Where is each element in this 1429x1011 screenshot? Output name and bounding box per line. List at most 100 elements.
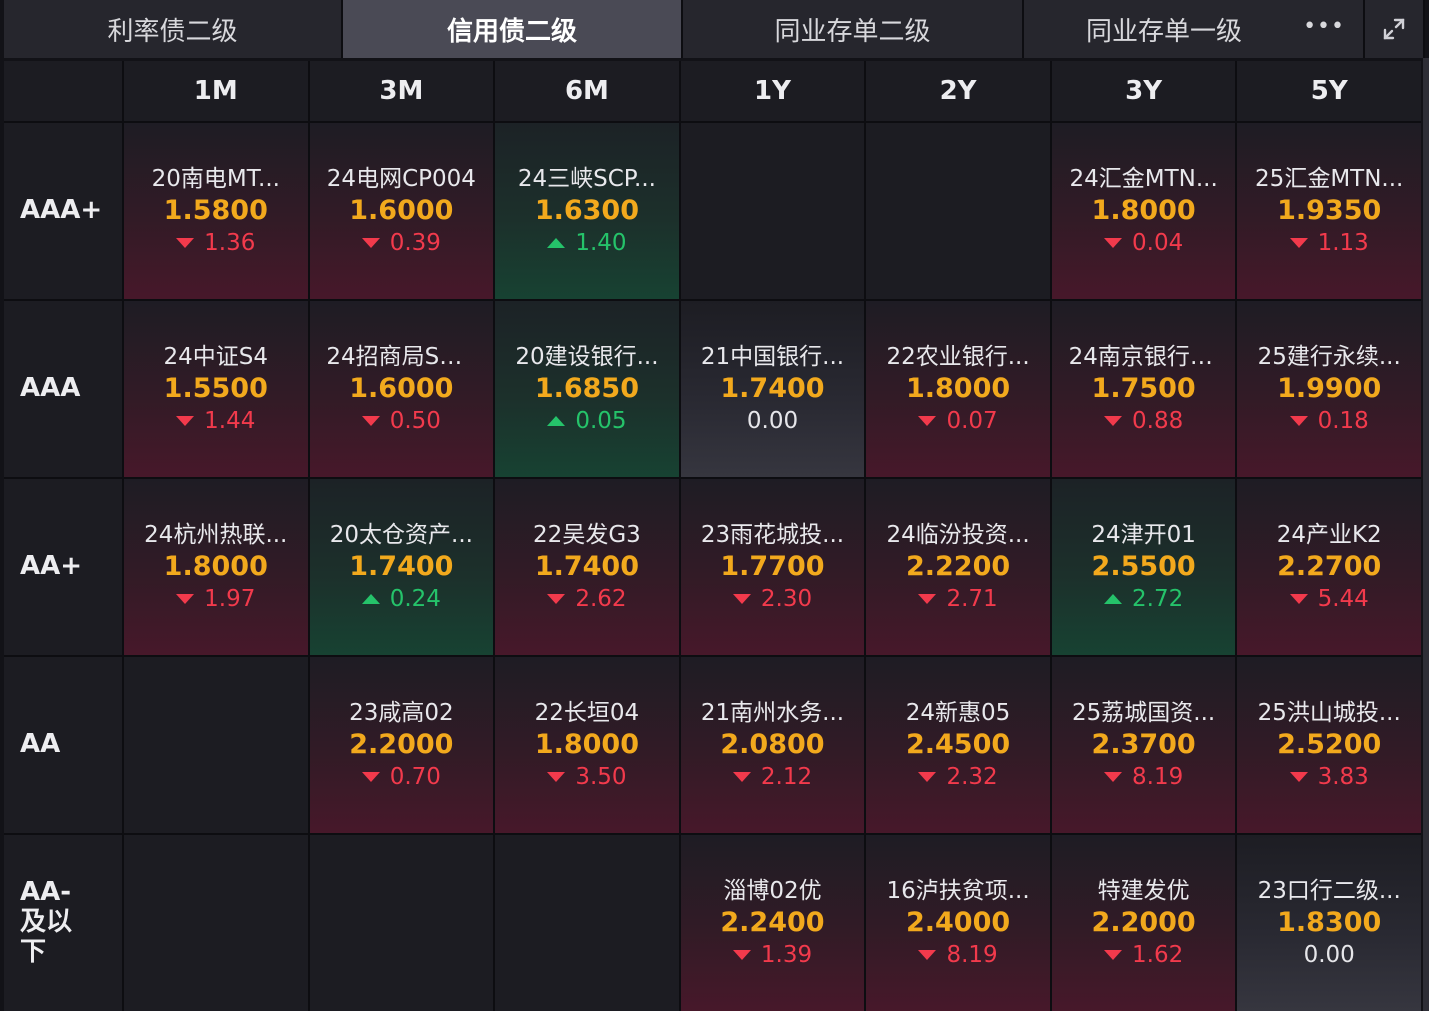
triangle-down-icon bbox=[176, 238, 195, 248]
bond-cell[interactable]: 24招商局SC... 1.6000 0.50 bbox=[309, 301, 494, 477]
column-header-1y: 1Y bbox=[680, 61, 865, 121]
bond-cell[interactable]: 25洪山城投... 2.5200 3.83 bbox=[1237, 657, 1421, 833]
bond-cell[interactable]: 23口行二级... 1.8300 0.00 bbox=[1237, 835, 1421, 1011]
bond-yield: 1.7700 bbox=[720, 551, 825, 582]
tab-credit-bond-secondary[interactable]: 信用债二级 bbox=[343, 0, 683, 58]
triangle-down-icon bbox=[1289, 238, 1308, 248]
bond-cell[interactable]: 特建发优 2.2000 1.62 bbox=[1051, 835, 1236, 1011]
triangle-down-icon bbox=[1104, 950, 1123, 960]
bond-cell[interactable]: 16泸扶贫项... 2.4000 8.19 bbox=[866, 835, 1050, 1011]
bond-yield: 1.5500 bbox=[163, 373, 268, 404]
bond-name: 24三峡SCP... bbox=[517, 166, 656, 192]
bond-yield: 2.5500 bbox=[1091, 551, 1196, 582]
bond-cell[interactable]: 24产业K2 2.2700 5.44 bbox=[1237, 479, 1421, 655]
bond-change-value: 1.40 bbox=[575, 230, 627, 256]
empty-cell bbox=[495, 835, 679, 1011]
bond-change: 3.50 bbox=[547, 762, 627, 792]
bond-yield: 1.6000 bbox=[349, 373, 454, 404]
bond-cell[interactable]: 24新惠05 2.4500 2.32 bbox=[866, 657, 1050, 833]
bond-cell[interactable]: 25建行永续... 1.9900 0.18 bbox=[1237, 301, 1421, 477]
bond-yield: 1.7400 bbox=[720, 373, 825, 404]
bond-yield: 1.6000 bbox=[349, 195, 454, 226]
bond-cell[interactable]: 24南京银行01 1.7500 0.88 bbox=[1051, 301, 1236, 477]
column-header-3y: 3Y bbox=[1051, 61, 1236, 121]
bond-cell[interactable]: 22长垣04 1.8000 3.50 bbox=[495, 657, 679, 833]
bond-cell[interactable]: 24临汾投资... 2.2200 2.71 bbox=[866, 479, 1050, 655]
bond-change-value: 0.39 bbox=[389, 230, 441, 256]
bond-cell[interactable]: 23雨花城投... 1.7700 2.30 bbox=[680, 479, 865, 655]
credit-bond-matrix: 1M 3M 6M 1Y 2Y 3Y 5Y AAA+ 20南电MT... 1.5800… bbox=[4, 61, 1421, 1011]
bond-change: 1.13 bbox=[1289, 228, 1369, 258]
bond-name: 21南州水务... bbox=[700, 700, 845, 726]
bond-name: 25建行永续... bbox=[1257, 344, 1401, 370]
bond-name: 24中证S4 bbox=[163, 344, 269, 370]
bond-name: 23咸高02 bbox=[349, 700, 454, 726]
expand-button[interactable] bbox=[1365, 0, 1423, 58]
triangle-down-icon bbox=[1289, 416, 1308, 426]
bond-name: 23口行二级... bbox=[1257, 878, 1401, 904]
bond-change-value: 1.62 bbox=[1132, 942, 1184, 968]
bond-cell[interactable]: 20太仓资产... 1.7400 0.24 bbox=[309, 479, 494, 655]
bond-change: 0.05 bbox=[547, 406, 627, 436]
bond-cell[interactable]: 淄博02优 2.2400 1.39 bbox=[680, 835, 865, 1011]
bond-cell[interactable]: 25荔城国资... 2.3700 8.19 bbox=[1051, 657, 1236, 833]
triangle-down-icon bbox=[918, 950, 937, 960]
tab-ncd-primary-label[interactable]: 同业存单一级 bbox=[1086, 11, 1242, 48]
bond-cell[interactable]: 24汇金MTN... 1.8000 0.04 bbox=[1051, 123, 1236, 299]
bond-change-value: 1.36 bbox=[204, 230, 256, 256]
bond-cell[interactable]: 23咸高02 2.2000 0.70 bbox=[309, 657, 494, 833]
bond-name: 24新惠05 bbox=[905, 700, 1011, 726]
tab-rate-bond-secondary[interactable]: 利率债二级 bbox=[4, 0, 343, 58]
triangle-down-icon bbox=[732, 950, 751, 960]
bond-change: 0.00 bbox=[1304, 940, 1355, 970]
bond-yield: 1.8000 bbox=[905, 373, 1011, 404]
triangle-down-icon bbox=[732, 772, 751, 782]
bond-cell[interactable]: 24电网CP004 1.6000 0.39 bbox=[309, 123, 494, 299]
bond-cell[interactable]: 21南州水务... 2.0800 2.12 bbox=[680, 657, 865, 833]
bond-cell[interactable]: 22农业银行... 1.8000 0.07 bbox=[866, 301, 1050, 477]
bond-change: 2.71 bbox=[918, 584, 998, 614]
triangle-down-icon bbox=[361, 238, 380, 248]
column-header-5y: 5Y bbox=[1237, 61, 1421, 121]
bond-change-value: 2.30 bbox=[760, 586, 813, 612]
bond-change: 0.88 bbox=[1104, 406, 1183, 436]
bond-change-value: 0.70 bbox=[389, 764, 441, 790]
bond-name: 20建设银行... bbox=[515, 344, 659, 370]
tab-ncd-primary[interactable]: 同业存单一级 ••• bbox=[1024, 0, 1365, 58]
bond-yield: 2.4000 bbox=[905, 907, 1011, 938]
bond-cell[interactable]: 24杭州热联... 1.8000 1.97 bbox=[124, 479, 308, 655]
bond-cell[interactable]: 24津开01 2.5500 2.72 bbox=[1051, 479, 1236, 655]
bond-change-value: 2.71 bbox=[946, 586, 998, 612]
bond-change: 1.36 bbox=[176, 228, 255, 258]
bond-change-value: 1.44 bbox=[204, 408, 256, 434]
more-dots-icon[interactable]: ••• bbox=[1303, 14, 1345, 39]
bond-change: 2.30 bbox=[732, 584, 813, 614]
bond-change-value: 0.05 bbox=[575, 408, 627, 434]
row-label: AAA bbox=[4, 301, 122, 477]
tab-ncd-secondary[interactable]: 同业存单二级 bbox=[683, 0, 1024, 58]
bond-name: 25汇金MTN... bbox=[1255, 166, 1404, 192]
bond-yield: 1.9900 bbox=[1277, 373, 1382, 404]
bond-change-value: 8.19 bbox=[1132, 764, 1184, 790]
bond-cell[interactable]: 22吴发G3 1.7400 2.62 bbox=[495, 479, 679, 655]
bond-change: 0.39 bbox=[361, 228, 441, 258]
bond-cell[interactable]: 25汇金MTN... 1.9350 1.13 bbox=[1237, 123, 1421, 299]
bond-change: 0.24 bbox=[361, 584, 441, 614]
bond-change-value: 1.39 bbox=[760, 942, 813, 968]
scrollbar[interactable] bbox=[1423, 58, 1429, 1011]
bond-cell[interactable]: 20建设银行... 1.6850 0.05 bbox=[495, 301, 679, 477]
column-header-6m: 6M bbox=[495, 61, 679, 121]
empty-cell bbox=[309, 835, 494, 1011]
bond-change: 0.50 bbox=[361, 406, 441, 436]
bond-cell[interactable]: 24三峡SCP... 1.6300 1.40 bbox=[495, 123, 679, 299]
bond-cell[interactable]: 24中证S4 1.5500 1.44 bbox=[124, 301, 308, 477]
bond-cell[interactable]: 21中国银行... 1.7400 0.00 bbox=[680, 301, 865, 477]
triangle-down-icon bbox=[361, 416, 380, 426]
triangle-down-icon bbox=[176, 416, 195, 426]
triangle-up-icon bbox=[1104, 594, 1123, 604]
bond-change-value: 0.00 bbox=[1303, 942, 1355, 968]
bond-change: 0.70 bbox=[361, 762, 441, 792]
bond-change-value: 0.88 bbox=[1132, 408, 1184, 434]
bond-cell[interactable]: 20南电MT... 1.5800 1.36 bbox=[124, 123, 308, 299]
triangle-down-icon bbox=[547, 772, 566, 782]
